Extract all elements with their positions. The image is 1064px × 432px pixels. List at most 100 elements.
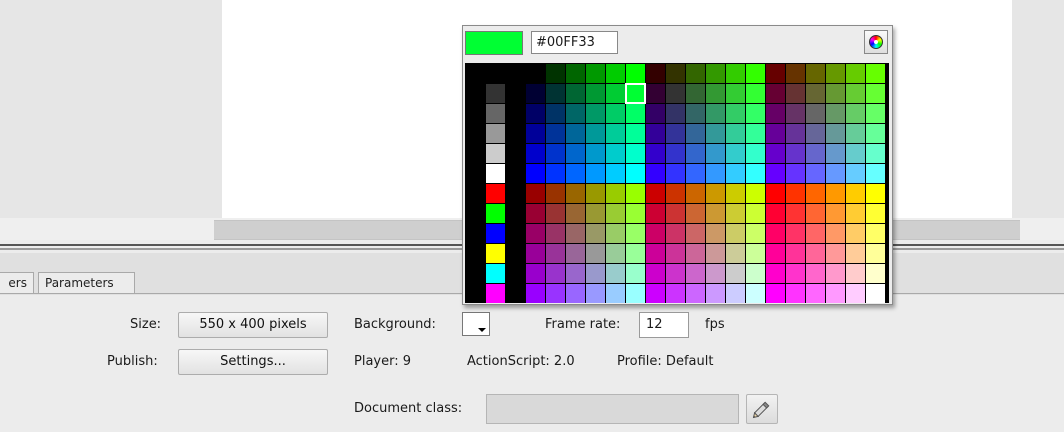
swatch-00ff00[interactable] xyxy=(626,64,645,83)
swatch-basic[interactable] xyxy=(486,244,505,263)
swatch-cccc99[interactable] xyxy=(726,244,745,263)
swatch-9966cc[interactable] xyxy=(566,264,585,283)
swatch-black[interactable] xyxy=(506,144,525,163)
swatch-336699[interactable] xyxy=(686,124,705,143)
swatch-006699[interactable] xyxy=(566,124,585,143)
swatch-996666[interactable] xyxy=(566,224,585,243)
swatch-99cc99[interactable] xyxy=(606,244,625,263)
swatch-black[interactable] xyxy=(506,84,525,103)
swatch-basic[interactable] xyxy=(486,124,505,143)
swatch-33cccc[interactable] xyxy=(726,144,745,163)
swatch-333366[interactable] xyxy=(666,104,685,123)
swatch-cc6600[interactable] xyxy=(686,184,705,203)
swatch-black[interactable] xyxy=(506,64,525,83)
swatch-999900[interactable] xyxy=(586,184,605,203)
swatch-990033[interactable] xyxy=(526,204,545,223)
swatch-990000[interactable] xyxy=(526,184,545,203)
swatch-00ff33[interactable] xyxy=(625,83,646,104)
swatch-ff3300[interactable] xyxy=(786,184,805,203)
swatch-black[interactable] xyxy=(466,164,485,183)
swatch-ffcc33[interactable] xyxy=(846,204,865,223)
swatch-000000[interactable] xyxy=(526,64,545,83)
swatch-black[interactable] xyxy=(466,144,485,163)
swatch-cc33ff[interactable] xyxy=(666,284,685,303)
swatch-33cc99[interactable] xyxy=(726,124,745,143)
color-wheel-button[interactable] xyxy=(864,30,888,54)
swatch-black[interactable] xyxy=(506,104,525,123)
swatch-330066[interactable] xyxy=(646,104,665,123)
swatch-993300[interactable] xyxy=(546,184,565,203)
swatch-ffcc00[interactable] xyxy=(846,184,865,203)
swatch-3366cc[interactable] xyxy=(686,144,705,163)
swatch-663366[interactable] xyxy=(786,104,805,123)
swatch-ff00cc[interactable] xyxy=(766,264,785,283)
swatch-cccc00[interactable] xyxy=(726,184,745,203)
swatch-66cccc[interactable] xyxy=(846,144,865,163)
swatch-black[interactable] xyxy=(506,224,525,243)
swatch-000033[interactable] xyxy=(526,84,545,103)
swatch-003399[interactable] xyxy=(546,124,565,143)
swatch-666666[interactable] xyxy=(806,104,825,123)
swatch-ff6633[interactable] xyxy=(806,204,825,223)
swatch-009966[interactable] xyxy=(586,104,605,123)
frame-rate-input[interactable]: 12 xyxy=(639,312,689,338)
swatch-black[interactable] xyxy=(466,264,485,283)
swatch-00cc66[interactable] xyxy=(606,104,625,123)
swatch-3333ff[interactable] xyxy=(666,164,685,183)
swatch-33cc00[interactable] xyxy=(726,64,745,83)
swatch-cc0033[interactable] xyxy=(646,204,665,223)
swatch-black[interactable] xyxy=(466,104,485,123)
swatch-99ff66[interactable] xyxy=(626,224,645,243)
swatch-000066[interactable] xyxy=(526,104,545,123)
document-class-input[interactable] xyxy=(486,394,739,424)
swatch-ccccff[interactable] xyxy=(726,284,745,303)
swatch-6633ff[interactable] xyxy=(786,164,805,183)
swatch-0000ff[interactable] xyxy=(526,164,545,183)
swatch-009999[interactable] xyxy=(586,124,605,143)
swatch-330000[interactable] xyxy=(646,64,665,83)
swatch-336600[interactable] xyxy=(686,64,705,83)
swatch-003300[interactable] xyxy=(546,64,565,83)
swatch-0033cc[interactable] xyxy=(546,144,565,163)
swatch-ff0033[interactable] xyxy=(766,204,785,223)
swatch-66cc33[interactable] xyxy=(846,84,865,103)
swatch-66ff66[interactable] xyxy=(866,104,885,123)
swatch-996699[interactable] xyxy=(566,244,585,263)
swatch-006633[interactable] xyxy=(566,84,585,103)
swatch-cc99cc[interactable] xyxy=(706,264,725,283)
swatch-990099[interactable] xyxy=(526,244,545,263)
swatch-ff0099[interactable] xyxy=(766,244,785,263)
swatch-660099[interactable] xyxy=(766,124,785,143)
swatch-ff3399[interactable] xyxy=(786,244,805,263)
swatch-black[interactable] xyxy=(466,204,485,223)
publish-settings-button[interactable]: Settings... xyxy=(178,349,328,375)
swatch-66ff00[interactable] xyxy=(866,64,885,83)
swatch-cc66cc[interactable] xyxy=(686,264,705,283)
swatch-cc00ff[interactable] xyxy=(646,284,665,303)
swatch-0099cc[interactable] xyxy=(586,144,605,163)
swatch-ff9999[interactable] xyxy=(826,244,845,263)
swatch-ff33cc[interactable] xyxy=(786,264,805,283)
swatch-ffff33[interactable] xyxy=(866,204,885,223)
swatch-336666[interactable] xyxy=(686,104,705,123)
swatch-66cc66[interactable] xyxy=(846,104,865,123)
swatch-9933ff[interactable] xyxy=(546,284,565,303)
swatch-00cc00[interactable] xyxy=(606,64,625,83)
swatch-cc3399[interactable] xyxy=(666,244,685,263)
swatch-cccc66[interactable] xyxy=(726,224,745,243)
swatch-ccffff[interactable] xyxy=(746,284,765,303)
swatch-3333cc[interactable] xyxy=(666,144,685,163)
swatch-black[interactable] xyxy=(466,64,485,83)
swatch-0000cc[interactable] xyxy=(526,144,545,163)
swatch-black[interactable] xyxy=(466,124,485,143)
swatch-black[interactable] xyxy=(466,284,485,303)
swatch-3300cc[interactable] xyxy=(646,144,665,163)
swatch-99cc00[interactable] xyxy=(606,184,625,203)
swatch-ff6600[interactable] xyxy=(806,184,825,203)
swatch-33ffcc[interactable] xyxy=(746,144,765,163)
swatch-ff9966[interactable] xyxy=(826,224,845,243)
swatch-999966[interactable] xyxy=(586,224,605,243)
swatch-black[interactable] xyxy=(466,184,485,203)
swatch-330033[interactable] xyxy=(646,84,665,103)
swatch-cccc33[interactable] xyxy=(726,204,745,223)
